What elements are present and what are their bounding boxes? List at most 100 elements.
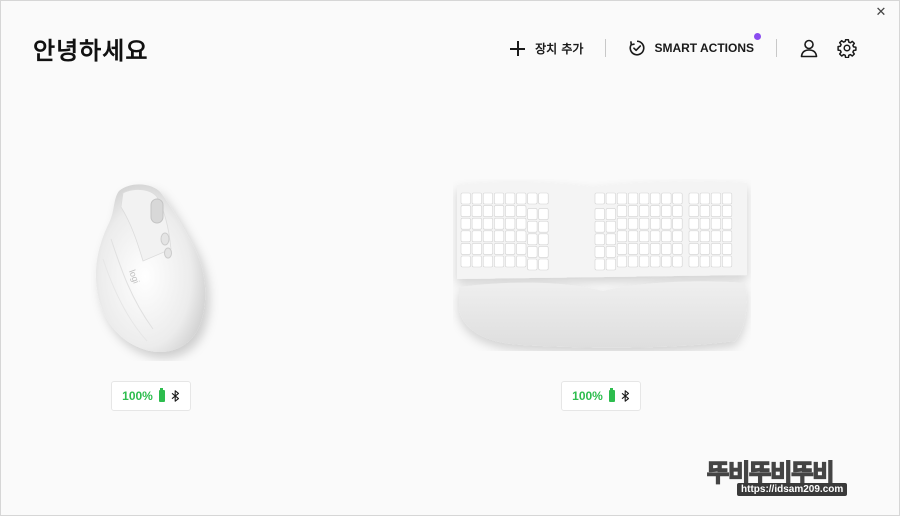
keyboard-key (460, 255, 471, 268)
notification-dot (754, 33, 761, 40)
keyboard-key (639, 243, 650, 255)
keyboard-key (482, 217, 494, 230)
keyboard-key (721, 217, 733, 230)
keyboard-key (527, 220, 538, 233)
keyboard-key (628, 217, 639, 230)
add-device-button[interactable]: 장치 추가 (510, 40, 583, 57)
keyboard-key (493, 217, 505, 230)
keyboard-key (605, 233, 616, 246)
keyboard-key (639, 192, 650, 205)
keyboard-key (650, 255, 661, 268)
keyboard-key (471, 230, 482, 243)
keyboard-key (516, 255, 527, 268)
keyboard-key (538, 233, 549, 246)
keyboard-key (628, 230, 639, 243)
keyboard-key (672, 217, 683, 230)
keyboard-key (605, 220, 616, 233)
keyboard-key (594, 233, 605, 246)
keyboard-key (699, 255, 710, 268)
keyboard-key (639, 255, 650, 268)
keyboard-key (616, 217, 627, 230)
mouse-battery-badge[interactable]: 100% (111, 381, 191, 411)
keyboard-key (471, 205, 482, 217)
keyboard-key (538, 220, 549, 233)
bluetooth-icon (171, 390, 179, 402)
keyboard-key (505, 255, 516, 268)
vertical-mouse-image[interactable]: logi (91, 179, 221, 361)
keyboard-key (527, 258, 538, 271)
keyboard-key (688, 192, 699, 205)
keyboard-key (710, 192, 722, 205)
keyboard-key (493, 230, 505, 243)
keyboard-key (482, 192, 494, 205)
keyboard-key (594, 220, 605, 233)
keyboard-key (710, 230, 722, 243)
keyboard-key (688, 255, 699, 268)
keyboard-key (516, 230, 527, 243)
keyboard-key (493, 192, 505, 205)
keyboard-key (661, 243, 672, 255)
keyboard-key (710, 243, 722, 255)
ergonomic-keyboard-image[interactable] (453, 179, 751, 351)
keyboard-key (616, 243, 627, 255)
keyboard-key (538, 208, 549, 220)
keyboard-key (688, 230, 699, 243)
keyboard-key (505, 217, 516, 230)
keyboard-key (482, 230, 494, 243)
smart-actions-button[interactable]: SMART ACTIONS (628, 33, 761, 57)
keyboard-key (505, 205, 516, 217)
keyboard-key (672, 192, 683, 205)
keyboard-key (699, 230, 710, 243)
keyboard-key (482, 243, 494, 255)
user-icon[interactable] (799, 38, 819, 58)
keyboard-key (650, 230, 661, 243)
keyboard-key (688, 205, 699, 217)
watermark: 뚜비뚜비뚜비 https://idsam209.com (706, 453, 887, 501)
keyboard-key (628, 192, 639, 205)
keyboard-key (605, 208, 616, 220)
keyboard-key (710, 255, 722, 268)
add-device-label: 장치 추가 (535, 41, 584, 56)
gear-icon[interactable] (837, 38, 857, 58)
keyboard-key (605, 258, 616, 271)
keyboard-key (688, 217, 699, 230)
close-icon[interactable]: ✕ (873, 5, 889, 21)
keyboard-key (688, 243, 699, 255)
keyboard-key (661, 205, 672, 217)
keyboard-key (605, 192, 616, 205)
keyboard-battery-badge[interactable]: 100% (561, 381, 641, 411)
keyboard-key (527, 192, 538, 205)
keyboard-key (471, 217, 482, 230)
keyboard-key (460, 192, 471, 205)
keyboard-key (650, 217, 661, 230)
keyboard-key (516, 205, 527, 217)
keyboard-key (628, 255, 639, 268)
keyboard-key (505, 192, 516, 205)
keyboard-key (605, 246, 616, 258)
keyboard-key (699, 243, 710, 255)
smart-actions-icon (629, 40, 645, 56)
keyboard-key (628, 205, 639, 217)
keyboard-key (471, 243, 482, 255)
keyboard-key (516, 192, 527, 205)
keyboard-key (527, 246, 538, 258)
keyboard-key (661, 255, 672, 268)
keyboard-key (482, 255, 494, 268)
keyboard-key (594, 246, 605, 258)
keyboard-key (639, 217, 650, 230)
keyboard-key (516, 217, 527, 230)
keyboard-key (699, 205, 710, 217)
keyboard-key (672, 255, 683, 268)
keyboard-key (493, 255, 505, 268)
keyboard-key (699, 217, 710, 230)
battery-icon (608, 388, 615, 402)
keyboard-key (661, 230, 672, 243)
keyboard-key (721, 230, 733, 243)
keyboard-key (538, 192, 549, 205)
header-toolbar: 장치 추가 SMART ACTIONS (510, 33, 857, 61)
keyboard-key (516, 243, 527, 255)
keyboard-key (493, 243, 505, 255)
keyboard-key (460, 205, 471, 217)
keyboard-key (616, 192, 627, 205)
keyboard-key (482, 205, 494, 217)
